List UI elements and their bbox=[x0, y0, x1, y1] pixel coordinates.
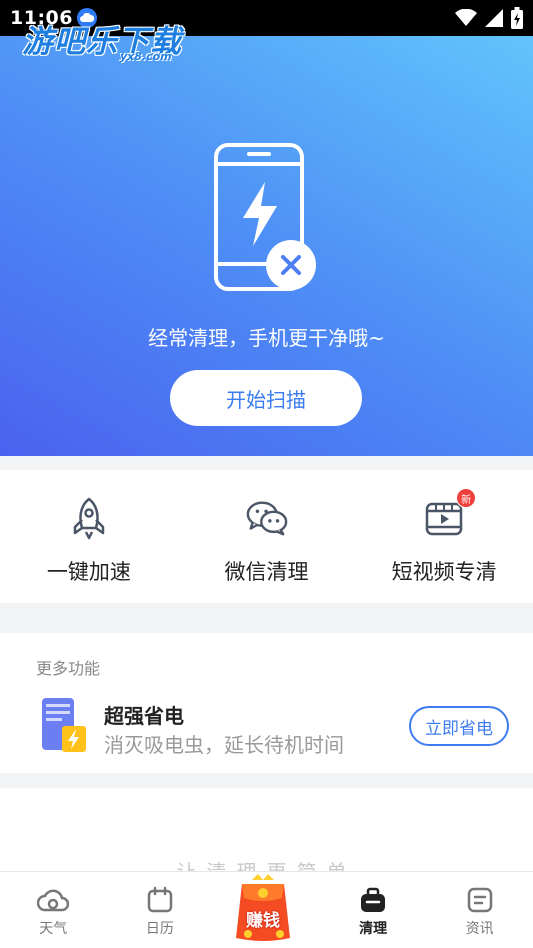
hero-banner: 经常清理，手机更干净哦~ 开始扫描 bbox=[0, 36, 533, 456]
nav-label: 天气 bbox=[39, 921, 68, 937]
battery-icon bbox=[511, 7, 523, 29]
quick-tools: 一键加速 微信清理 新 短视频专清 bbox=[0, 470, 533, 603]
new-badge: 新 bbox=[456, 488, 477, 508]
tool-label: 短视频专清 bbox=[391, 560, 497, 584]
signal-icon bbox=[485, 9, 503, 27]
save-power-button[interactable]: 立即省电 bbox=[409, 706, 509, 746]
tool-short-video-clean[interactable]: 新 短视频专清 bbox=[355, 470, 533, 603]
section-title: 更多功能 bbox=[36, 659, 101, 678]
phone-lightning-icon bbox=[214, 143, 316, 291]
wechat-icon bbox=[245, 496, 289, 540]
tool-wechat-clean[interactable]: 微信清理 bbox=[178, 470, 356, 603]
feature-title: 超强省电 bbox=[104, 704, 184, 728]
nav-item-weather[interactable]: 天气 bbox=[0, 872, 107, 948]
slogan-text: 让清理更简单 bbox=[0, 856, 533, 871]
nav-item-news[interactable]: 资讯 bbox=[426, 872, 533, 948]
watermark-url: yx8.com bbox=[120, 50, 172, 63]
news-icon bbox=[467, 887, 492, 913]
battery-saver-icon bbox=[42, 698, 86, 752]
nav-label: 日历 bbox=[145, 921, 174, 937]
clean-bag-icon bbox=[361, 887, 386, 912]
tool-label: 一键加速 bbox=[46, 560, 131, 584]
nav-label: 清理 bbox=[359, 921, 388, 937]
status-icons bbox=[455, 7, 523, 29]
rocket-icon bbox=[67, 496, 111, 540]
nav-item-calendar[interactable]: 日历 bbox=[107, 872, 214, 948]
nav-item-clean[interactable]: 清理 bbox=[320, 872, 427, 948]
earn-label: 赚钱 bbox=[246, 911, 280, 931]
video-icon: 新 bbox=[422, 488, 477, 540]
wifi-icon bbox=[455, 9, 477, 26]
hero-tagline: 经常清理，手机更干净哦~ bbox=[148, 326, 385, 350]
more-features-section: 更多功能 超强省电 消灭吸电虫，延长待机时间 立即省电 bbox=[0, 633, 533, 773]
start-scan-button[interactable]: 开始扫描 bbox=[170, 370, 362, 426]
lower-area: 让清理更简单 bbox=[0, 788, 533, 871]
weather-cloud-icon bbox=[37, 889, 70, 912]
nav-label: 资讯 bbox=[465, 921, 494, 937]
tool-speed-up[interactable]: 一键加速 bbox=[0, 470, 178, 603]
tool-label: 微信清理 bbox=[224, 560, 309, 584]
feature-description: 消灭吸电虫，延长待机时间 bbox=[104, 733, 344, 757]
earn-money-button[interactable]: 赚钱 bbox=[228, 872, 298, 944]
calendar-icon bbox=[147, 886, 173, 913]
